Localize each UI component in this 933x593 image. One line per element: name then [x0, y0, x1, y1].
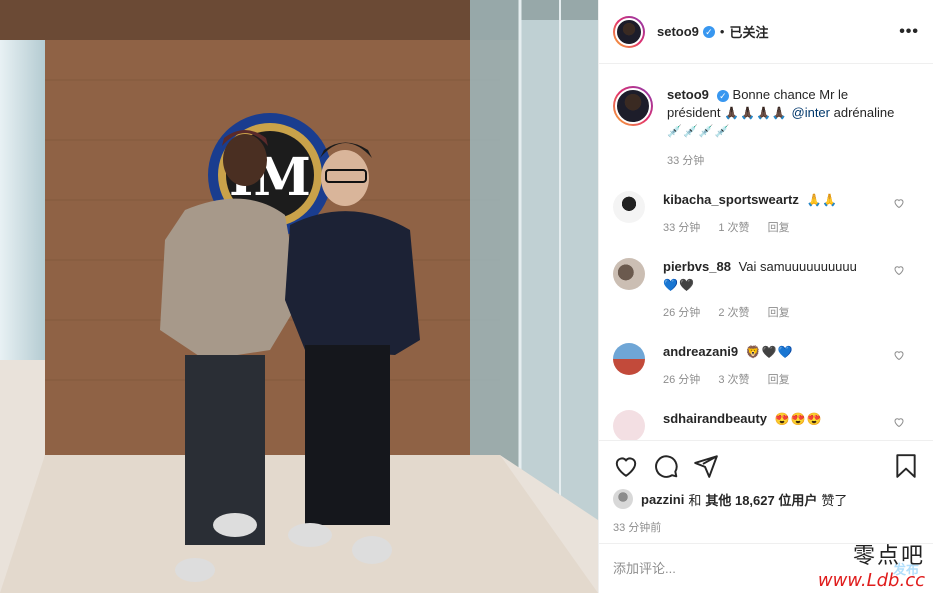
comment-like-heart-icon[interactable] [893, 416, 905, 428]
comment-username[interactable]: andreazani9 [663, 344, 738, 359]
comment-likes-count[interactable]: 2 次赞 [718, 307, 749, 319]
comment-avatar[interactable] [613, 343, 645, 375]
comment-emoji: 💙🖤 [663, 278, 695, 292]
comment-item: kibacha_sportsweartz 🙏🙏 33 分钟 1 次赞 回复 [613, 191, 919, 237]
following-button[interactable]: 已关注 [729, 22, 768, 41]
comment-time: 26 分钟 [663, 307, 701, 319]
comments-list[interactable]: setoo9 ✓ Bonne chance Mr le président 🙏🏿🙏… [599, 65, 933, 440]
comment-time: 26 分钟 [663, 374, 701, 386]
verified-badge-icon: ✓ [716, 89, 729, 102]
likes-suffix: 赞了 [821, 492, 848, 508]
comment-emoji: 🦁🖤💙 [745, 345, 794, 359]
site-watermark: 零点吧 www.Ldb.cc [818, 538, 925, 591]
author-avatar[interactable] [613, 15, 645, 48]
comment-avatar[interactable] [613, 410, 645, 440]
comment-bubble-icon[interactable] [653, 453, 679, 479]
liker-username[interactable]: pazzini [641, 492, 684, 507]
post-side-panel: setoo9 ✓ • 已关注 ••• setoo9 ✓ Bonne chance … [598, 0, 933, 593]
comment-time: 33 分钟 [663, 222, 701, 234]
caption-emoji-pray: 🙏🏿🙏🏿🙏🏿🙏🏿 [724, 106, 788, 120]
post-photo[interactable]: IM [0, 0, 598, 593]
caption-text-2: adrénaline [833, 105, 895, 120]
watermark-title: 零点吧 [852, 544, 925, 569]
comment-reply-button[interactable]: 回复 [768, 374, 790, 386]
comment-like-heart-icon[interactable] [893, 264, 905, 276]
comment-input[interactable] [613, 561, 803, 576]
comment-reply-button[interactable]: 回复 [768, 307, 790, 319]
separator-dot: • [719, 24, 725, 39]
comment-item: andreazani9 🦁🖤💙 26 分钟 3 次赞 回复 [613, 343, 919, 389]
comment-likes-count[interactable]: 1 次赞 [718, 222, 749, 234]
comment-reply-button[interactable]: 回复 [768, 222, 790, 234]
caption-time: 33 分钟 [667, 155, 705, 167]
likes-others-count[interactable]: 其他 18,627 位用户 [705, 490, 817, 509]
caption-avatar[interactable] [613, 86, 653, 126]
comment-like-heart-icon[interactable] [893, 197, 905, 209]
comment-item: pierbvs_88 Vai samuuuuuuuuuu 💙🖤 26 分钟 2 … [613, 258, 919, 322]
comment-username[interactable]: pierbvs_88 [663, 259, 731, 274]
instagram-post: IM setoo9 ✓ • 已关注 ••• setoo9 ✓ Bonne cha… [0, 0, 933, 593]
likes-summary: pazzini 和 其他 18,627 位用户 赞了 [613, 489, 919, 509]
comment-avatar[interactable] [613, 191, 645, 223]
comment-username[interactable]: sdhairandbeauty [663, 411, 767, 426]
author-username[interactable]: setoo9 [657, 24, 699, 39]
verified-badge-icon: ✓ [702, 25, 715, 38]
caption-username[interactable]: setoo9 [667, 87, 709, 102]
comment-emoji: 😍😍😍 [774, 412, 823, 426]
save-bookmark-icon[interactable] [893, 453, 919, 479]
comment-emoji: 🙏🙏 [806, 193, 839, 207]
like-heart-icon[interactable] [613, 453, 639, 479]
watermark-url: www.Ldb.cc [817, 570, 925, 591]
liker-avatar[interactable] [613, 489, 633, 509]
comment-item: sdhairandbeauty 😍😍😍 [613, 410, 919, 440]
comment-likes-count[interactable]: 3 次赞 [718, 374, 749, 386]
post-timestamp[interactable]: 33 分钟前 [613, 519, 919, 535]
more-options-icon[interactable]: ••• [899, 23, 919, 41]
post-actions: pazzini 和 其他 18,627 位用户 赞了 33 分钟前 [599, 440, 933, 535]
post-caption: setoo9 ✓ Bonne chance Mr le président 🙏🏿🙏… [613, 65, 919, 170]
photo-illustration: IM [0, 0, 598, 593]
likes-connector: 和 [688, 492, 702, 508]
comment-like-heart-icon[interactable] [893, 349, 905, 361]
comment-avatar[interactable] [613, 258, 645, 290]
post-header: setoo9 ✓ • 已关注 ••• [599, 0, 933, 64]
comment-username[interactable]: kibacha_sportsweartz [663, 192, 799, 207]
caption-emoji-syringe: 💉💉💉💉 [667, 124, 731, 138]
caption-mention-link[interactable]: @inter [792, 105, 831, 120]
comment-text: Vai samuuuuuuuuuu [738, 259, 857, 274]
share-send-icon[interactable] [693, 453, 719, 479]
